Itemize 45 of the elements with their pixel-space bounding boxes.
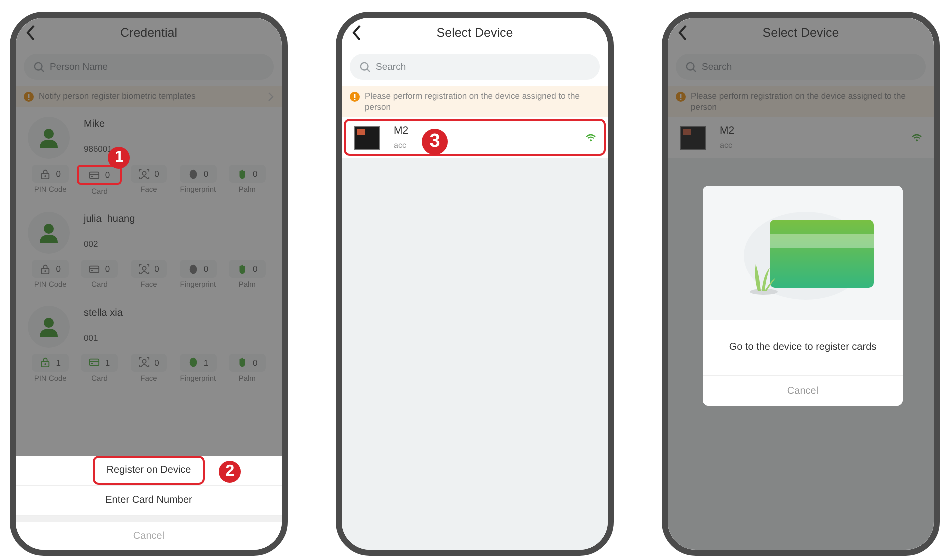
cancel-button[interactable]: Cancel <box>16 522 282 550</box>
credential-count-chip[interactable]: 0 <box>229 260 266 278</box>
back-icon[interactable] <box>352 25 362 41</box>
search-icon <box>360 62 371 72</box>
warning-icon <box>24 92 34 102</box>
credential-count-chip[interactable]: 0 <box>229 354 266 372</box>
credential-count-chip[interactable]: 0 <box>130 354 168 372</box>
credential-count-chip[interactable]: 0 <box>32 260 69 278</box>
device-thumbnail <box>354 126 380 150</box>
credential-count-chip[interactable]: 1 <box>180 354 217 372</box>
avatar <box>28 212 70 254</box>
credential-count-chip[interactable]: 0 <box>130 260 168 278</box>
person-name: Mike <box>84 119 106 130</box>
avatar <box>28 117 70 159</box>
search-icon <box>686 62 697 72</box>
warning-icon <box>676 92 686 102</box>
search-icon <box>34 62 45 72</box>
credential-count-chip[interactable]: 1 <box>32 354 69 372</box>
credential-count-chip[interactable]: 0 <box>81 260 118 278</box>
credential-count-chip[interactable]: 0 <box>77 165 122 185</box>
warning-icon <box>350 92 360 102</box>
person-name: julia huang <box>84 214 136 226</box>
device-row[interactable]: M2 acc 3 <box>342 117 608 158</box>
credential-count-chip[interactable]: 0 <box>130 165 168 183</box>
search-field[interactable]: Search <box>350 54 600 80</box>
credential-count-chip[interactable]: 0 <box>32 165 69 183</box>
credential-count-chip[interactable]: 0 <box>180 260 217 278</box>
person-name: stella xia <box>84 308 123 318</box>
credential-count-chip[interactable]: 0 <box>229 165 266 183</box>
credential-count-chip[interactable]: 0 <box>180 165 217 183</box>
person-id: 001 <box>84 332 100 342</box>
step-badge: 2 <box>219 461 242 483</box>
device-name: M2 <box>720 125 736 138</box>
screen-title: Select Device <box>436 26 514 40</box>
sheet-option[interactable]: Register on Device 2 <box>16 456 282 486</box>
screen-title: Select Device <box>762 26 840 40</box>
person-id: 002 <box>84 239 100 250</box>
device-thumbnail <box>680 126 706 150</box>
credential-count-chip[interactable]: 1 <box>81 354 118 372</box>
screen-title: Credential <box>120 26 178 40</box>
step-badge: 3 <box>422 129 448 156</box>
device-type: acc <box>394 141 408 150</box>
notice-text: Please perform registration on the device assigned to the person <box>365 91 581 112</box>
avatar <box>28 306 70 348</box>
device-name: M2 <box>394 125 410 138</box>
